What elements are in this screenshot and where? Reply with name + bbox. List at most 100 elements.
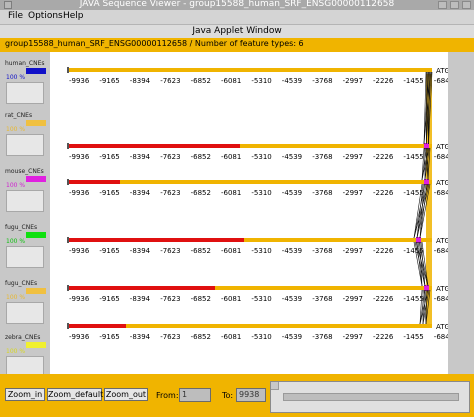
track-start-tick	[67, 285, 69, 291]
to-field[interactable]: 9938	[236, 388, 266, 402]
zoom-default-button[interactable]: Zoom_default	[47, 388, 103, 401]
legend-color-swatch[interactable]	[26, 176, 46, 182]
legend-percent: 100 %	[6, 294, 26, 301]
tick-label: -9936	[69, 247, 90, 255]
tick-label: -9936	[69, 77, 90, 85]
legend-percent-box[interactable]	[6, 134, 44, 156]
legend-color-swatch[interactable]	[26, 232, 46, 238]
legend-color-swatch[interactable]	[26, 68, 46, 74]
window-title-bar[interactable]: JAVA Sequence Viewer - group15588_human_…	[0, 0, 474, 10]
tick-label: -9936	[69, 333, 90, 341]
tick-label: -9936	[69, 189, 90, 197]
tick-label: -6852	[191, 153, 211, 161]
legend-percent-box[interactable]	[6, 246, 44, 268]
menu-options[interactable]: Options	[28, 11, 63, 21]
legend-percent: 100 %	[6, 182, 26, 189]
legend-percent-box[interactable]	[6, 190, 44, 212]
tick-label: -6081	[221, 153, 241, 161]
tick-label: -9165	[99, 153, 119, 161]
tick-label: -8394	[130, 333, 151, 341]
legend-label: mouse_CNEs	[5, 168, 44, 175]
tick-label: -2997	[343, 153, 363, 161]
tick-label: -9165	[99, 333, 119, 341]
tick-label: -2226	[373, 333, 394, 341]
tick-label: -9936	[69, 153, 90, 161]
maximize-icon[interactable]	[450, 1, 459, 9]
alignment-view[interactable]: -9936 -9165 -8394 -7623 -6852 -6081 -5310 -4539…	[50, 52, 450, 374]
zoom-out-button[interactable]: Zoom_out	[104, 388, 148, 401]
legend-percent-box[interactable]	[6, 82, 44, 104]
tick-label: -7623	[160, 247, 180, 255]
tick-label: -2226	[373, 295, 394, 303]
atg-label: ATG	[436, 67, 448, 75]
tick-label: -6852	[191, 295, 211, 303]
bottom-toolbar: Zoom_in Zoom_default Zoom_out From: 1 To…	[0, 374, 474, 417]
from-label: From:	[156, 391, 179, 400]
tick-label: -5310	[251, 77, 271, 85]
legend-percent: 100 %	[6, 126, 26, 133]
tick-label: -7623	[160, 153, 180, 161]
tick-label: -684	[434, 295, 448, 303]
track-start-tick	[67, 323, 69, 329]
tick-label: -4539	[282, 247, 302, 255]
alignment-canvas[interactable]: -9936 -9165 -8394 -7623 -6852 -6081 -5310 -4539…	[50, 52, 450, 374]
legend-color-swatch[interactable]	[26, 120, 46, 126]
legend-percent-box[interactable]	[6, 302, 44, 324]
from-field[interactable]: 1	[179, 388, 211, 402]
legend-color-swatch[interactable]	[26, 342, 46, 348]
tick-label: -684	[434, 77, 448, 85]
cne-region	[68, 324, 126, 328]
sequence-track	[68, 68, 432, 72]
tick-label: -8394	[130, 77, 151, 85]
tick-label: -9165	[99, 247, 119, 255]
tick-label: -8394	[130, 153, 151, 161]
atg-label: ATG	[436, 143, 448, 151]
tick-label: -4539	[282, 295, 302, 303]
tick-label: -6852	[191, 247, 211, 255]
legend-label: human_CNEs	[5, 60, 45, 67]
status-area	[270, 381, 470, 413]
atg-label: ATG	[436, 237, 448, 245]
cne-region	[68, 180, 120, 184]
cne-region	[68, 144, 240, 148]
minimize-icon[interactable]	[438, 1, 447, 9]
tick-label: -8394	[130, 295, 151, 303]
tick-label: -2997	[343, 189, 363, 197]
atg-label: ATG	[436, 323, 448, 331]
legend-color-swatch[interactable]	[26, 288, 46, 294]
legend-label: rat_CNEs	[5, 112, 33, 119]
tick-label: -7623	[160, 189, 180, 197]
close-icon[interactable]	[462, 1, 471, 9]
tick-label: -2226	[373, 153, 394, 161]
tick-label: -3768	[312, 153, 332, 161]
tick-label: -3768	[312, 295, 332, 303]
sequence-track	[68, 180, 432, 184]
tick-label: -3768	[312, 247, 332, 255]
tick-label: -4539	[282, 189, 302, 197]
atg-label: ATG	[436, 179, 448, 187]
horizontal-scrollbar[interactable]	[283, 393, 459, 401]
tick-label: -5310	[251, 247, 271, 255]
legend-percent: 100 %	[6, 74, 26, 81]
tick-label: -6081	[221, 247, 241, 255]
track-start-tick	[67, 143, 69, 149]
tick-label: -2997	[343, 77, 363, 85]
zoom-in-button[interactable]: Zoom_in	[5, 388, 45, 401]
track-start-tick	[67, 67, 69, 73]
tick-label: -6081	[221, 295, 241, 303]
tick-label: -6852	[191, 189, 211, 197]
menu-file[interactable]: File	[8, 11, 23, 21]
menu-help[interactable]: Help	[63, 11, 84, 21]
tick-label: -9165	[99, 295, 119, 303]
tick-label: -4539	[282, 153, 302, 161]
tick-label: -2997	[343, 247, 363, 255]
right-scroll-area[interactable]	[448, 52, 474, 374]
tick-label: -684	[434, 189, 448, 197]
tick-label: -6081	[221, 189, 241, 197]
tick-label: -1455	[403, 295, 423, 303]
tick-label: -3768	[312, 189, 332, 197]
legend-percent: 100 %	[6, 238, 26, 245]
cne-region	[68, 238, 244, 242]
legend-label: fugu_CNEs	[5, 224, 38, 231]
tick-label: -684	[434, 247, 448, 255]
